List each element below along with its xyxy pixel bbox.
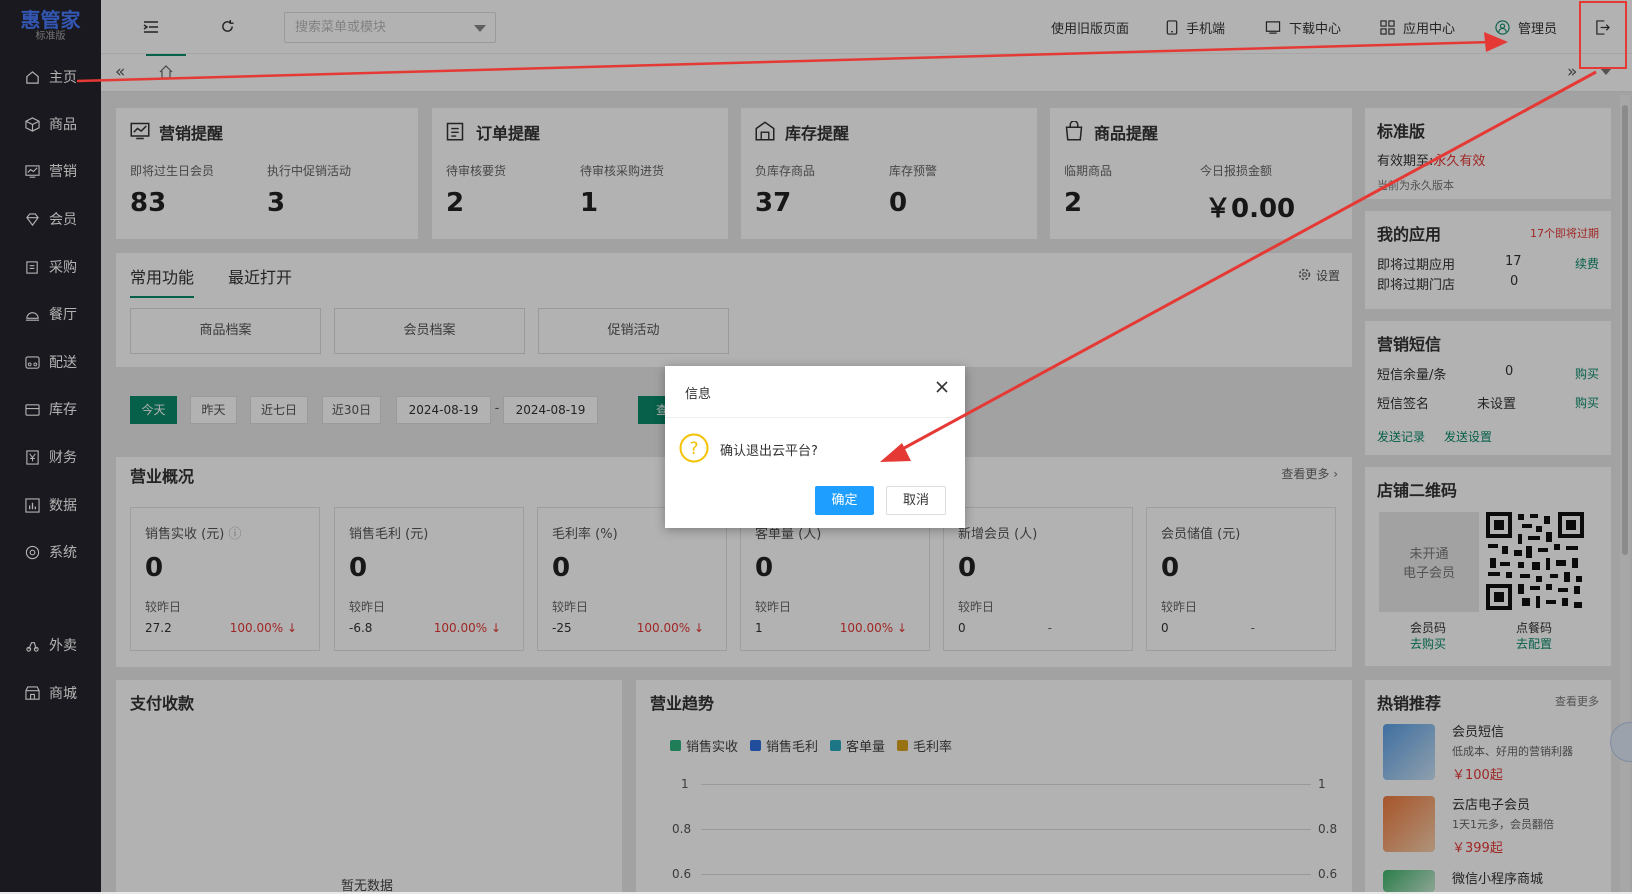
annotation-arrow-line: [894, 70, 1597, 455]
annotation-arrows: [76, 32, 1597, 462]
annotation-arrow-head: [1484, 32, 1508, 52]
annotation-arrow-line: [76, 40, 1493, 83]
